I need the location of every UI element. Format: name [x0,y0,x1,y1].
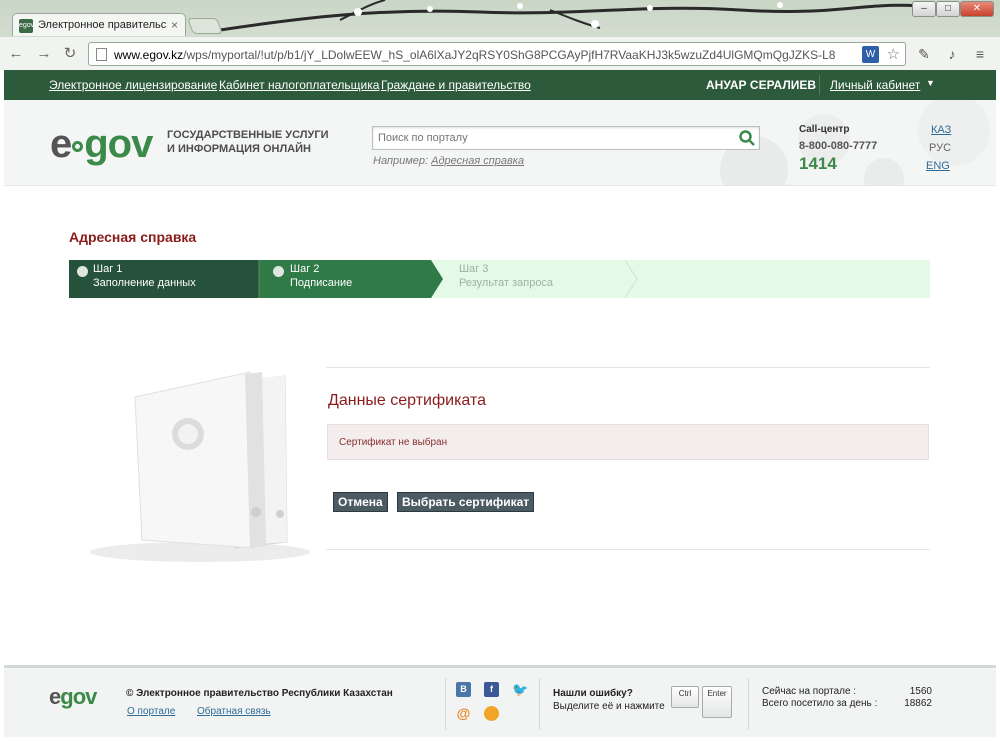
portal-top-bar: Электронное лицензирование Кабинет налог… [4,70,996,100]
error-report-hint: Выделите её и нажмите [553,701,665,712]
search-example-link[interactable]: Адресная справка [431,155,524,167]
minimize-icon[interactable]: – [912,1,936,17]
footer: egov © Электронное правительство Республ… [4,665,996,737]
step-1: Шаг 1 Заполнение данных [93,263,196,289]
link-taxpayer-cabinet[interactable]: Кабинет налогоплательщика [219,78,379,92]
chat-icon[interactable] [484,706,499,721]
extension-note-icon[interactable]: ♪ [942,45,962,63]
certificate-section-title: Данные сертификата [328,392,487,409]
daily-value: 18862 [904,698,932,709]
mail-icon[interactable]: @ [456,706,471,721]
lang-kaz[interactable]: КАЗ [931,124,951,136]
divider-top [326,367,930,368]
step-1-check-icon [77,266,88,277]
footer-logo[interactable]: egov [49,684,97,710]
about-portal-link[interactable]: О портале [127,706,175,717]
tools-icon[interactable]: ✎ [914,45,934,63]
address-bar[interactable]: www.egov.kz/wps/myportal/!ut/p/b1/jY_LDo… [88,42,906,66]
twitter-icon[interactable]: 🐦 [512,682,528,697]
page-title: Адресная справка [69,229,197,245]
window-controls: – □ ✕ [912,1,994,17]
online-label: Сейчас на портале : [762,686,857,697]
menu-icon[interactable]: ≡ [970,45,990,63]
browser-chrome: egov Электронное правительство × – □ ✕ ←… [0,0,1000,70]
step-2-check-icon [273,266,284,277]
step-2: Шаг 2 Подписание [290,263,353,289]
forward-icon[interactable]: → [34,45,54,63]
browser-toolbar: ← → ↻ www.egov.kz/wps/myportal/!ut/p/b1/… [0,37,1000,70]
egov-logo[interactable]: e gov [50,122,153,166]
search-box [372,126,760,150]
vk-icon[interactable]: B [456,682,471,697]
portal-tagline: Государственные услуги и информация онла… [167,129,329,155]
callcenter-phone: 8-800-080-7777 [799,140,878,152]
reload-icon[interactable]: ↻ [60,45,80,63]
select-certificate-button[interactable]: Выбрать сертификат [397,492,535,512]
enter-key-icon: Enter [702,686,732,718]
sakura-branch-decoration [220,0,920,32]
portal-header: e gov Государственные услуги и информация… [4,100,996,186]
search-example: Например: Адресная справка [373,155,525,167]
browser-titlebar: egov Электронное правительство × – □ ✕ [0,0,1000,36]
footer-divider [445,678,446,730]
ctrl-key-icon: Ctrl [671,686,699,708]
binder-illustration [90,371,310,562]
progress-steps: Шаг 1 Заполнение данных Шаг 2 Подписание Ш… [69,260,930,298]
footer-copyright: © Электронное правительство Республики К… [126,688,393,699]
bookmark-star-icon[interactable]: ☆ [887,45,900,63]
online-value: 1560 [909,686,932,697]
extension-icon[interactable]: W [862,46,879,63]
link-citizens-government[interactable]: Граждане и правительство [381,78,531,92]
divider-bottom [326,549,930,550]
search-input[interactable] [373,127,733,149]
callcenter-short-number: 1414 [799,154,837,173]
lang-eng[interactable]: ENG [926,160,950,172]
url-text[interactable]: www.egov.kz/wps/myportal/!ut/p/b1/jY_LDo… [114,48,859,62]
personal-cabinet-link[interactable]: Личный кабинет [830,78,920,92]
topbar-divider [819,75,820,95]
callcenter-label: Call-центр [799,124,850,135]
page-icon [96,48,107,61]
chevron-down-icon[interactable]: ▼ [926,78,935,88]
certificate-notice: Сертификат не выбран [327,424,929,460]
facebook-icon[interactable]: f [484,682,499,697]
tab-close-icon[interactable]: × [171,18,178,32]
back-icon[interactable]: ← [6,45,26,63]
error-report-title: Нашли ошибку? [553,688,633,699]
step-3: Шаг 3 Результат запроса [459,263,554,289]
lang-rus: РУС [929,142,952,154]
daily-label: Всего посетило за день : [762,698,878,709]
maximize-icon[interactable]: □ [936,1,960,17]
link-e-licensing[interactable]: Электронное лицензирование [49,78,217,92]
tab-title: Электронное правительство [38,19,166,31]
url-path: /wps/myportal/!ut/p/b1/jY_LDolwEEW_hS_ol… [183,48,836,62]
tab-favicon-icon: egov [19,19,34,33]
user-name: АНУАР СЕРАЛИЕВ [706,78,817,92]
browser-tab[interactable]: egov Электронное правительство × [12,13,186,36]
certificate-notice-text: Сертификат не выбран [339,437,448,448]
new-tab-button[interactable] [187,18,223,34]
cancel-button[interactable]: Отмена [333,492,388,512]
feedback-link[interactable]: Обратная связь [197,706,271,717]
close-window-icon[interactable]: ✕ [960,1,994,17]
search-icon[interactable] [738,129,756,147]
footer-divider [748,678,749,730]
footer-divider [539,678,540,730]
url-host: www.egov.kz [114,48,184,62]
